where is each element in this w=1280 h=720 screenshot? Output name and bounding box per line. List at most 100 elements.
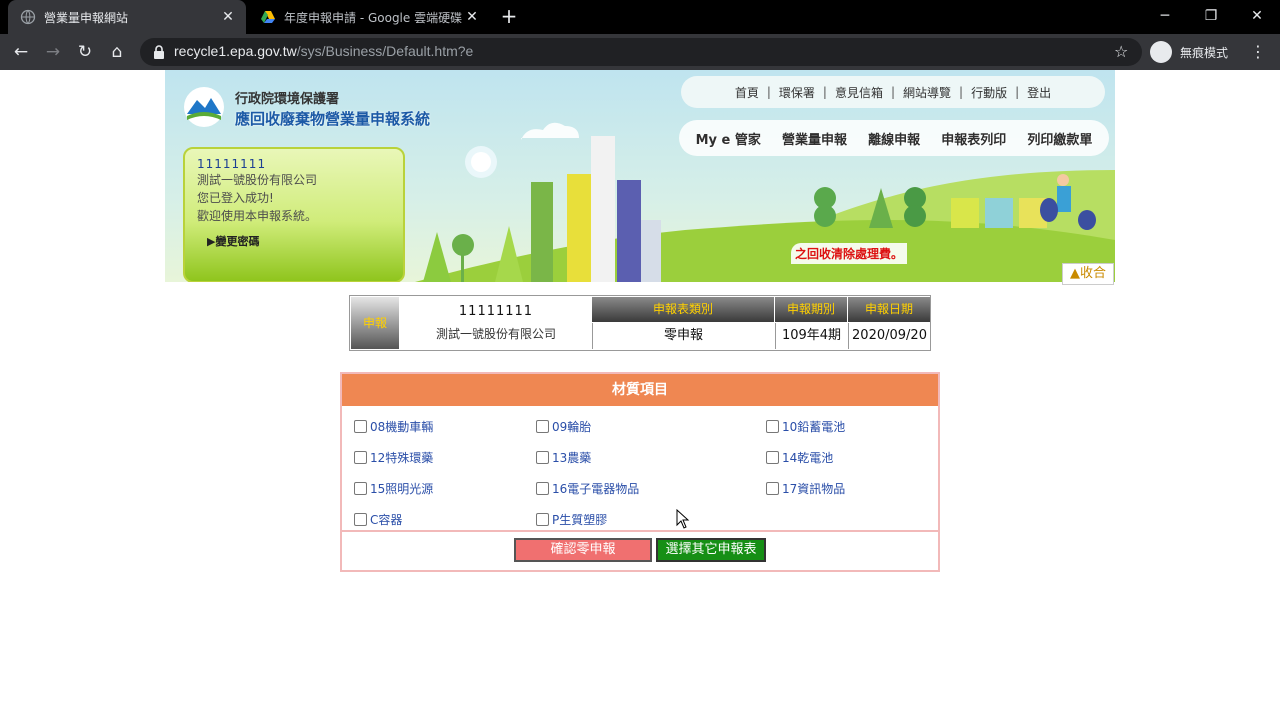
- link-sitemap[interactable]: 網站導覽: [903, 84, 951, 101]
- checkbox[interactable]: [354, 420, 367, 433]
- globe-icon: [20, 9, 36, 25]
- material-option[interactable]: 09輪胎: [536, 418, 591, 435]
- material-option[interactable]: 08機動車輛: [354, 418, 433, 435]
- link-logout[interactable]: 登出: [1027, 84, 1051, 101]
- checkbox[interactable]: [354, 451, 367, 464]
- drive-icon: [261, 11, 275, 23]
- header-report-period: 申報期別: [775, 297, 847, 322]
- header-report-type: 申報表類別: [592, 297, 774, 322]
- material-label: 14乾電池: [782, 451, 834, 465]
- back-icon[interactable]: ←: [9, 40, 33, 64]
- material-label: 17資訊物品: [782, 482, 846, 496]
- checkbox[interactable]: [536, 513, 549, 526]
- company-name: 測試一號股份有限公司: [435, 327, 556, 341]
- more-menu-icon[interactable]: ⋮: [1250, 40, 1266, 64]
- tab-inactive[interactable]: 年度申報申請 - Google 雲端硬碟 ✕: [250, 0, 490, 34]
- material-label: 16電子電器物品: [552, 482, 640, 496]
- separator: |: [1015, 85, 1020, 99]
- checkbox[interactable]: [766, 420, 779, 433]
- tab-title: 營業量申報網站: [44, 10, 129, 25]
- url-host: recycle1.epa.gov.tw: [174, 43, 297, 59]
- material-option[interactable]: 17資訊物品: [766, 480, 845, 497]
- user-info-box: 11111111 測試一號股份有限公司 您已登入成功! 歡迎使用本申報系統。 ▶…: [183, 147, 405, 282]
- user-company: 測試一號股份有限公司: [197, 173, 318, 187]
- material-label: 12特殊環藥: [370, 451, 434, 465]
- change-password-link[interactable]: ▶變更密碼: [207, 233, 391, 249]
- link-home[interactable]: 首頁: [735, 84, 759, 101]
- restore-icon[interactable]: ❐: [1188, 0, 1234, 34]
- checkbox[interactable]: [354, 513, 367, 526]
- header-report-date: 申報日期: [848, 297, 930, 322]
- material-option[interactable]: 12特殊環藥: [354, 449, 433, 466]
- org-name: 行政院環境保護署: [235, 92, 340, 107]
- material-option[interactable]: 16電子電器物品: [536, 480, 639, 497]
- report-info-table: 申報 11111111 測試一號股份有限公司 申報表類別 申報期別 申報日期 零…: [349, 295, 931, 351]
- company-id: 11111111: [458, 304, 534, 319]
- collapse-button[interactable]: ▲收合: [1062, 263, 1114, 285]
- link-mobile[interactable]: 行動版: [971, 84, 1007, 101]
- link-epa[interactable]: 環保署: [779, 84, 815, 101]
- window-close-icon[interactable]: ✕: [1234, 0, 1280, 34]
- main-nav: My e 管家 營業量申報 離線申報 申報表列印 列印繳款單: [679, 120, 1109, 156]
- system-name: 應回收廢棄物營業量申報系統: [235, 110, 431, 128]
- checkbox[interactable]: [536, 451, 549, 464]
- reload-icon[interactable]: ↻: [73, 40, 97, 64]
- material-grid: 08機動車輛 09輪胎 10鉛蓄電池 12特殊環藥 13農藥 14乾電池 15照…: [342, 406, 938, 532]
- url-path: /sys/Business/Default.htm?e: [296, 43, 474, 59]
- nav-print-payment[interactable]: 列印繳款單: [1027, 129, 1092, 148]
- checkbox[interactable]: [536, 482, 549, 495]
- site-banner: 行政院環境保護署 應回收廢棄物營業量申報系統 首頁 | 環保署 | 意見信箱 | 網站…: [165, 70, 1115, 282]
- separator: |: [822, 85, 827, 99]
- nav-print-report[interactable]: 申報表列印: [941, 129, 1006, 148]
- browser-toolbar: ← → ↻ ⌂ recycle1.epa.gov.tw/sys/Business…: [0, 34, 1280, 70]
- page-content: 行政院環境保護署 應回收廢棄物營業量申報系統 首頁 | 環保署 | 意見信箱 | 網站…: [0, 70, 1280, 720]
- tab-title: 年度申報申請 - Google 雲端硬碟: [284, 10, 462, 25]
- material-option[interactable]: 13農藥: [536, 449, 591, 466]
- checkbox[interactable]: [354, 482, 367, 495]
- lock-icon: [154, 45, 164, 59]
- incognito-icon: [1150, 41, 1172, 63]
- value-report-type: 零申報: [592, 323, 774, 349]
- forward-icon[interactable]: →: [41, 40, 65, 64]
- material-option[interactable]: 14乾電池: [766, 449, 833, 466]
- separator: |: [890, 85, 896, 99]
- material-label: 13農藥: [552, 451, 592, 465]
- material-label: 08機動車輛: [370, 420, 434, 434]
- confirm-zero-report-button[interactable]: 確認零申報: [514, 538, 652, 562]
- address-bar[interactable]: recycle1.epa.gov.tw/sys/Business/Default…: [140, 38, 1142, 66]
- minimize-icon[interactable]: ─: [1142, 0, 1188, 34]
- value-report-date: 2020/09/20: [848, 323, 930, 349]
- checkbox[interactable]: [536, 420, 549, 433]
- close-icon[interactable]: ✕: [462, 9, 482, 25]
- checkbox[interactable]: [766, 451, 779, 464]
- checkbox[interactable]: [766, 482, 779, 495]
- material-option[interactable]: P生質塑膠: [536, 511, 607, 528]
- mouse-cursor-icon: [676, 509, 690, 529]
- home-icon[interactable]: ⌂: [105, 40, 129, 64]
- report-label: 申報: [351, 297, 399, 349]
- tab-active[interactable]: 營業量申報網站 ✕: [8, 0, 246, 34]
- material-label: 09輪胎: [552, 420, 592, 434]
- user-id: 11111111: [197, 157, 267, 171]
- url-text: recycle1.epa.gov.tw/sys/Business/Default…: [174, 43, 473, 59]
- link-feedback[interactable]: 意見信箱: [835, 84, 883, 101]
- nav-business-report[interactable]: 營業量申報: [782, 129, 847, 148]
- material-option[interactable]: 15照明光源: [354, 480, 433, 497]
- incognito-label: 無痕模式: [1180, 45, 1229, 60]
- new-tab-icon[interactable]: +: [498, 5, 520, 27]
- login-message: 您已登入成功!: [197, 191, 274, 205]
- close-icon[interactable]: ✕: [218, 9, 238, 25]
- value-report-period: 109年4期: [775, 323, 847, 349]
- welcome-message: 歡迎使用本申報系統。: [197, 209, 318, 223]
- material-panel: 材質項目 08機動車輛 09輪胎 10鉛蓄電池 12特殊環藥 13農藥 14乾電…: [340, 372, 940, 572]
- choose-other-report-button[interactable]: 選擇其它申報表: [656, 538, 766, 562]
- material-label: 15照明光源: [370, 482, 434, 496]
- material-label: P生質塑膠: [552, 513, 608, 527]
- incognito-indicator[interactable]: 無痕模式: [1150, 40, 1228, 64]
- nav-offline-report[interactable]: 離線申報: [868, 129, 920, 148]
- material-option[interactable]: 10鉛蓄電池: [766, 418, 845, 435]
- nav-my-e[interactable]: My e 管家: [696, 129, 761, 148]
- bookmark-star-icon[interactable]: ☆: [1114, 38, 1132, 66]
- marquee-text: 之回收清除處理費。: [791, 243, 908, 264]
- material-option[interactable]: C容器: [354, 511, 402, 528]
